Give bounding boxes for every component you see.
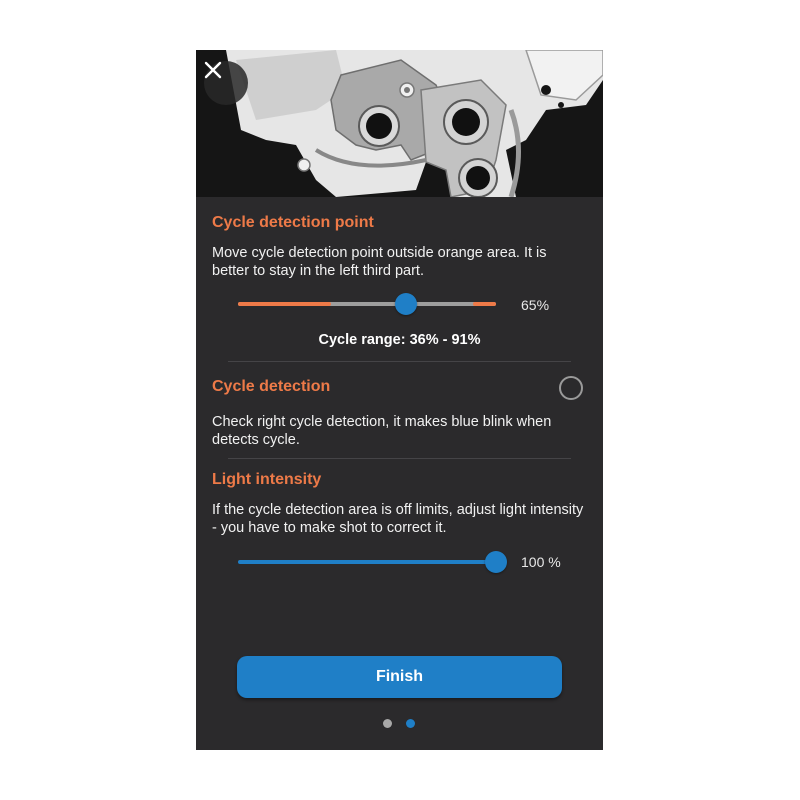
close-button[interactable] <box>204 61 248 105</box>
cycle-detection-point-value: 65% <box>521 297 550 313</box>
cycle-range-label: Cycle range: 36% - 91% <box>318 332 481 348</box>
cycle-detection-point-slider[interactable] <box>238 292 496 316</box>
light-intensity-title: Light intensity <box>212 471 322 488</box>
slider-track <box>238 560 496 564</box>
gearbox-illustration <box>196 50 603 197</box>
cycle-detection-point-description: Move cycle detection point outside orang… <box>212 245 547 279</box>
gearbox-image <box>196 50 603 197</box>
divider <box>228 458 571 459</box>
slider-thumb[interactable] <box>394 293 417 315</box>
page-dot-2[interactable] <box>406 719 415 728</box>
light-intensity-slider[interactable] <box>238 550 507 574</box>
light-intensity-description: If the cycle detection area is off limit… <box>212 502 584 536</box>
slider-orange-area-right <box>472 302 496 306</box>
cycle-detection-title: Cycle detection <box>212 378 331 395</box>
cycle-detection-point-title: Cycle detection point <box>212 214 374 231</box>
slider-thumb[interactable] <box>485 551 507 573</box>
page-dot-1[interactable] <box>383 719 392 728</box>
divider <box>228 361 571 362</box>
cycle-detection-radio[interactable] <box>559 376 583 400</box>
finish-button[interactable]: Finish <box>237 656 562 698</box>
wizard-screen: Cycle detection point Move cycle detecti… <box>196 50 603 750</box>
close-icon <box>204 61 222 79</box>
cycle-detection-description: Check right cycle detection, it makes bl… <box>212 414 552 448</box>
slider-orange-area-left <box>238 302 331 306</box>
light-intensity-value: 100 % <box>521 554 561 570</box>
